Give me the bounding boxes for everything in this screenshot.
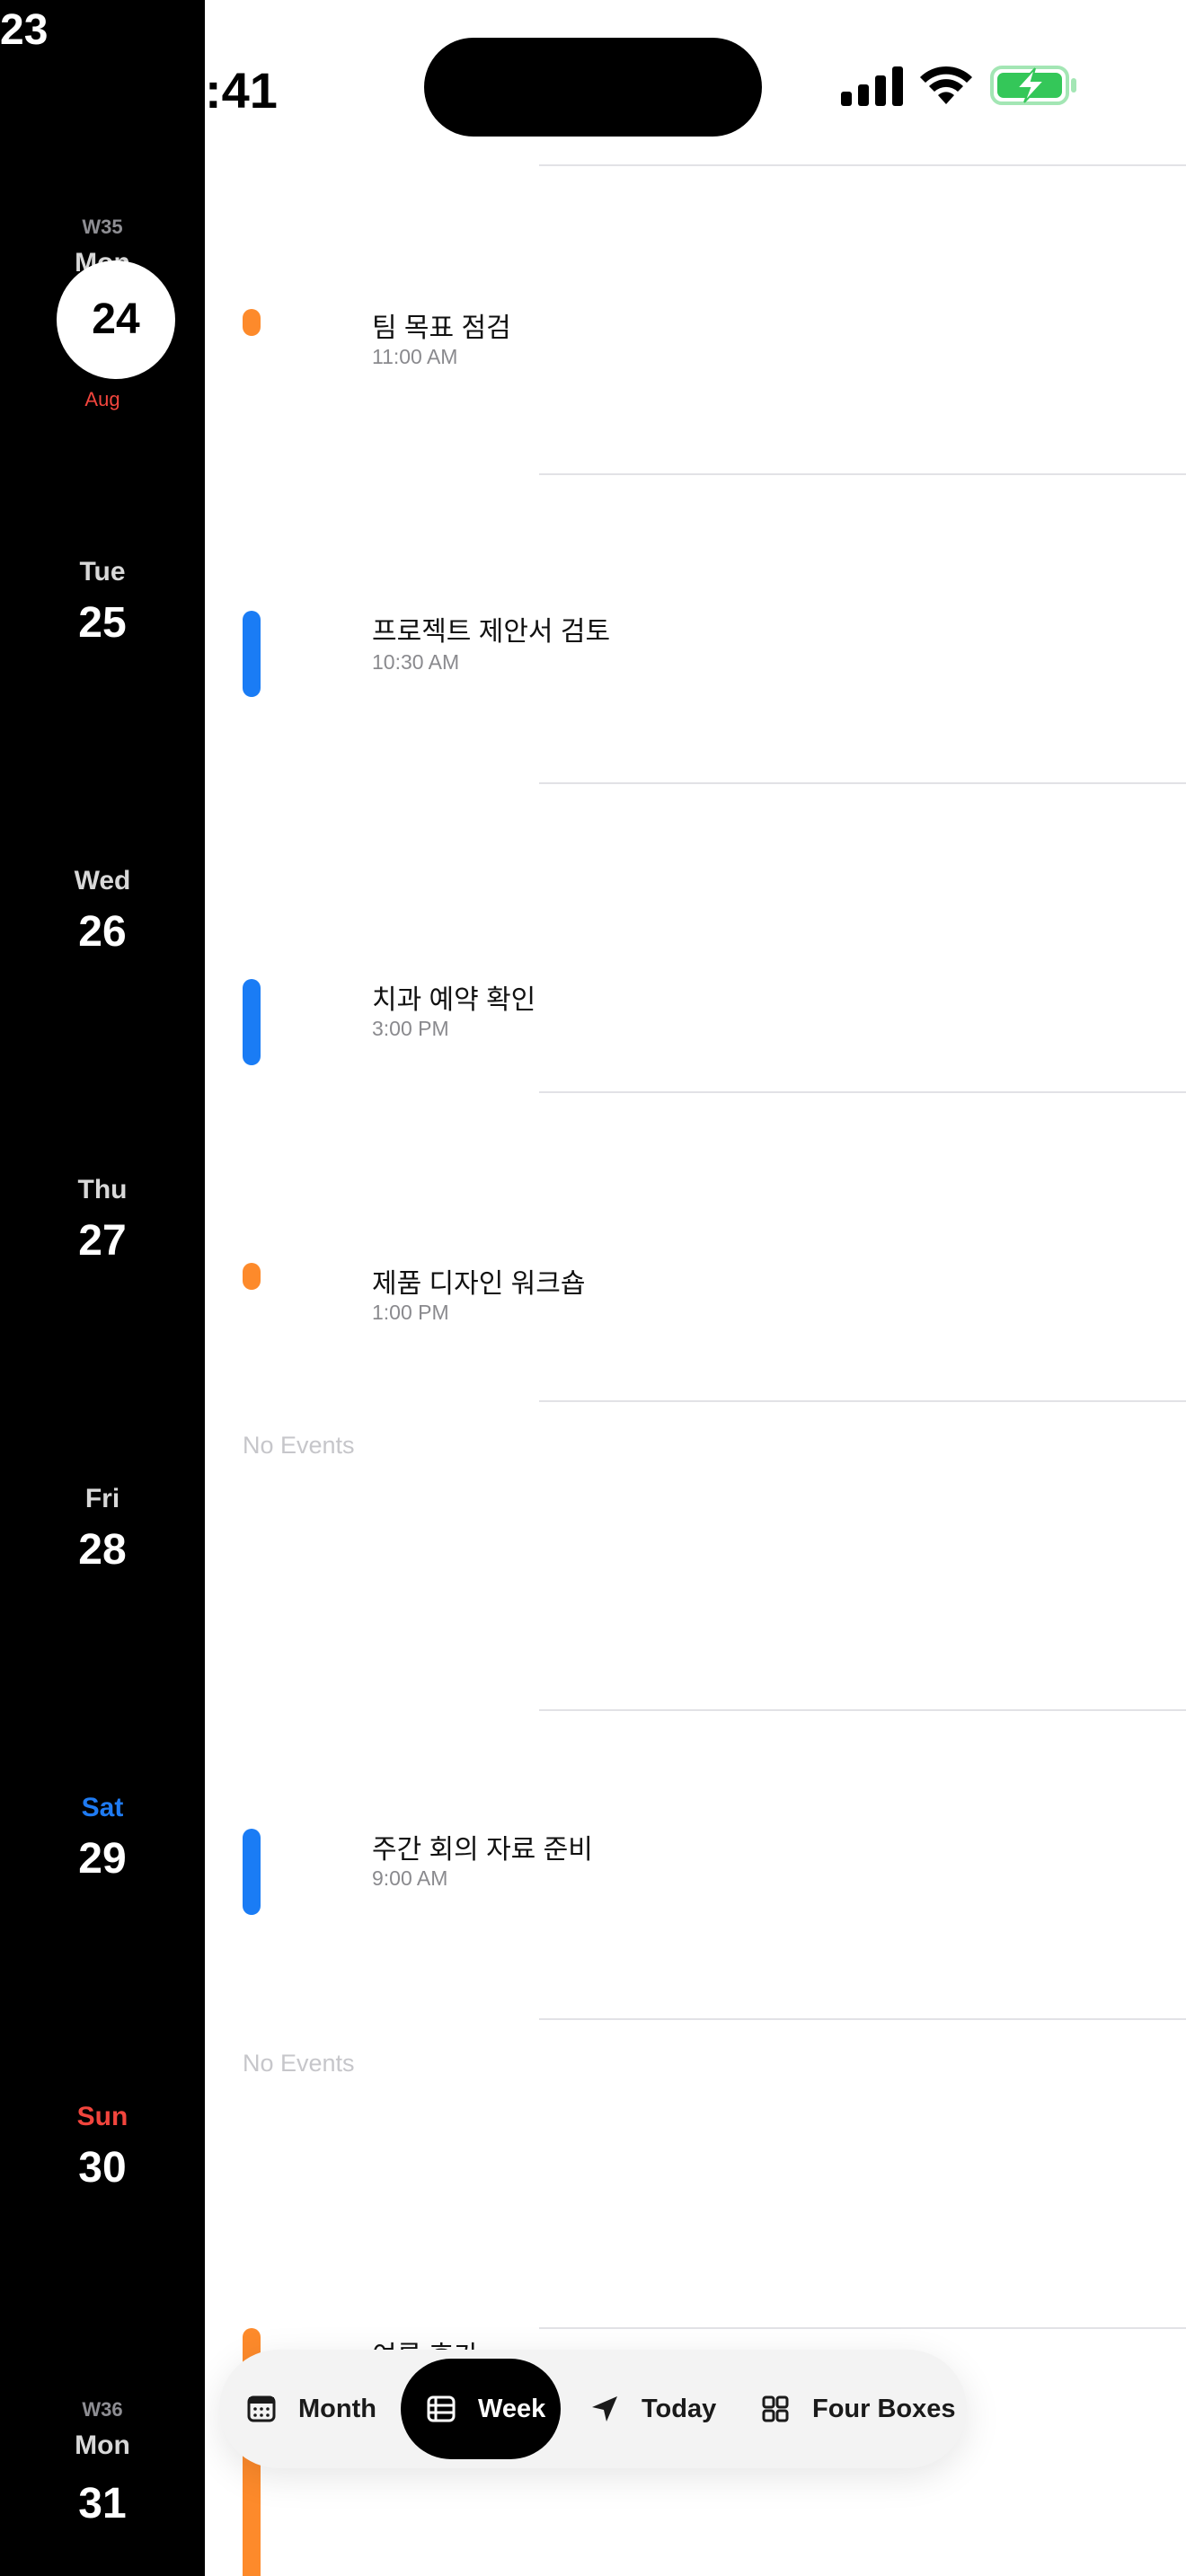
day-number: 30: [78, 2144, 127, 2192]
calendar-week-screen: 23 W35 Mon 24 Aug Tue 25 Wed 26 Thu 27 F…: [0, 0, 1186, 2576]
month-label: Aug: [84, 388, 120, 410]
rail-day-sun-30[interactable]: Sun 30: [0, 2042, 205, 2351]
day-number-partial: 23: [0, 6, 49, 54]
calendar-grid-icon: [247, 2395, 276, 2422]
day-of-week-sunday: Sun: [76, 2102, 128, 2131]
event-color-dot: [243, 1263, 261, 1290]
tab-today[interactable]: Today: [564, 2359, 735, 2459]
event-item[interactable]: 제품 디자인 워크숍 1:00 PM: [205, 1261, 1186, 1333]
day-of-week: Wed: [74, 866, 131, 895]
tab-label: Week: [478, 2394, 546, 2423]
event-title: 제품 디자인 워크숍: [372, 1269, 586, 1299]
today-day-number[interactable]: 24: [57, 260, 175, 379]
week-event-list: 팀 목표 점검 11:00 AM 프로젝트 제안서 검토 10:30 AM 치과…: [205, 0, 1186, 2576]
four-boxes-icon: [762, 2395, 789, 2422]
no-events-label: No Events: [243, 2050, 355, 2077]
row-divider: [539, 2018, 1186, 2020]
day-of-week: Fri: [84, 1484, 120, 1513]
event-time: 3:00 PM: [372, 1017, 449, 1040]
row-divider: [539, 1709, 1186, 1711]
tab-month[interactable]: Month: [221, 2359, 401, 2459]
row-divider: [539, 1091, 1186, 1093]
rail-day-sat-29[interactable]: Sat 29: [0, 1734, 205, 2042]
date-rail: 23 W35 Mon 24 Aug Tue 25 Wed 26 Thu 27 F…: [0, 0, 205, 2576]
row-divider: [539, 164, 1186, 166]
view-switcher: Month Week Today Four Boxes: [219, 2350, 967, 2468]
event-item[interactable]: 팀 목표 점검 11:00 AM: [205, 305, 1186, 377]
day-number: 25: [78, 599, 127, 647]
week-number: W35: [82, 216, 123, 238]
event-color-bar: [243, 611, 261, 697]
location-arrow-icon: [592, 2396, 617, 2422]
tab-week[interactable]: Week: [401, 2359, 561, 2459]
event-title: 치과 예약 확인: [372, 985, 536, 1015]
week-list-icon: [427, 2395, 456, 2422]
rail-day-mon-31[interactable]: W36 Mon 31: [0, 2371, 205, 2576]
week-number: W36: [82, 2398, 123, 2421]
day-number: 26: [78, 908, 127, 956]
event-time: 9:00 AM: [372, 1866, 448, 1890]
event-title: 프로젝트 제안서 검토: [372, 617, 611, 647]
event-item[interactable]: 주간 회의 자료 준비 9:00 AM: [205, 1827, 1186, 1917]
event-item[interactable]: 치과 예약 확인 3:00 PM: [205, 977, 1186, 1067]
row-divider: [539, 473, 1186, 475]
rail-day-wed-26[interactable]: Wed 26: [0, 807, 205, 1116]
row-divider: [539, 1400, 1186, 1402]
event-color-dot: [243, 309, 261, 336]
event-color-bar: [243, 1829, 261, 1915]
tab-label: Month: [298, 2394, 376, 2423]
tab-label: Today: [642, 2394, 717, 2423]
no-events-label: No Events: [243, 1432, 355, 1459]
day-of-week: Thu: [77, 1175, 128, 1204]
day-of-week: Mon: [75, 2430, 130, 2460]
event-time: 11:00 AM: [372, 345, 458, 368]
rail-day-fri-28[interactable]: Fri 28: [0, 1425, 205, 1734]
rail-day-tue-25[interactable]: Tue 25: [0, 498, 205, 807]
event-title: 팀 목표 점검: [372, 313, 511, 343]
event-time: 1:00 PM: [372, 1301, 449, 1324]
day-of-week: Tue: [79, 557, 126, 587]
row-divider: [539, 782, 1186, 784]
day-number: 29: [78, 1835, 127, 1883]
rail-day-thu-27[interactable]: Thu 27: [0, 1116, 205, 1425]
event-time: 10:30 AM: [372, 650, 460, 674]
tab-four-boxes[interactable]: Four Boxes: [735, 2359, 960, 2459]
day-number: 28: [78, 1526, 127, 1574]
rail-day-mon-24[interactable]: W35 Mon 24 Aug: [0, 189, 205, 498]
event-color-bar: [243, 979, 261, 1065]
day-number: 27: [78, 1217, 127, 1265]
day-of-week-saturday: Sat: [81, 1793, 124, 1822]
day-number: 31: [78, 2480, 127, 2527]
tab-label: Four Boxes: [812, 2394, 956, 2423]
event-title: 주간 회의 자료 준비: [372, 1835, 593, 1865]
event-item[interactable]: 프로젝트 제안서 검토 10:30 AM: [205, 609, 1186, 699]
